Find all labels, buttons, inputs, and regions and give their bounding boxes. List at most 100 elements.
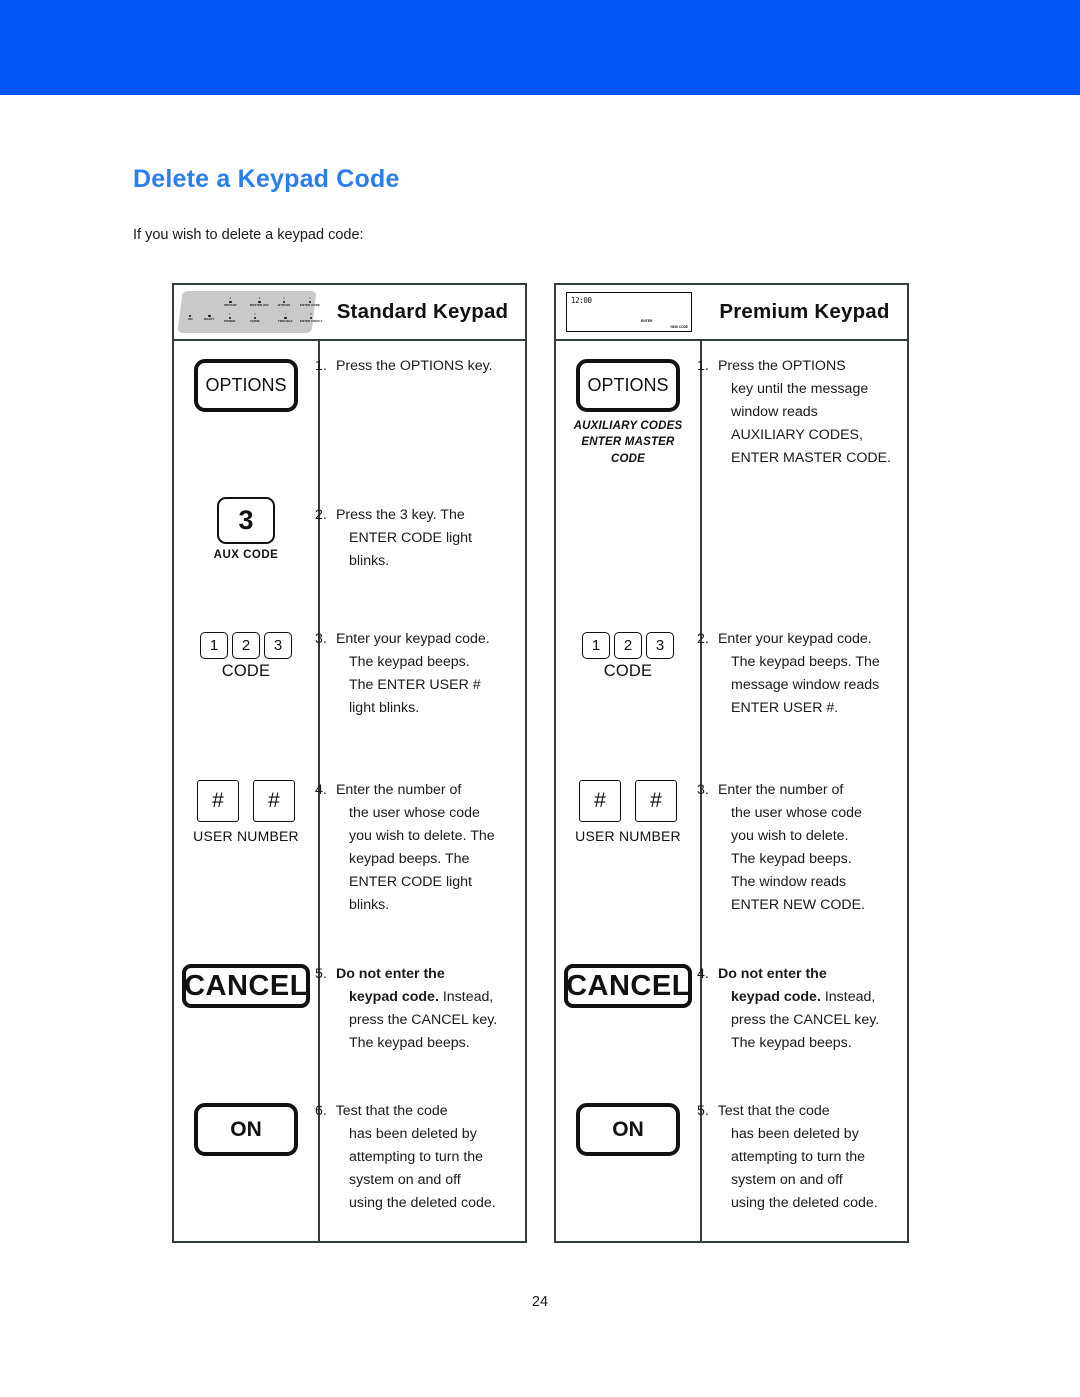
led-motion-off: 4 MOTION OFF: [250, 297, 270, 307]
options-key-icon[interactable]: OPTIONS: [194, 359, 298, 412]
standard-step-4-line-3: you wish to delete. The: [349, 828, 495, 844]
standard-step-row-5: CANCEL 5. Do not enter the keypad code. …: [174, 945, 525, 1083]
premium-step-row-1: OPTIONS AUXILIARY CODES ENTER MASTER COD…: [556, 341, 907, 611]
premium-keypad-header: 12:00 ENTER NEW CODE Premium Keypad: [556, 285, 907, 341]
standard-keypad-title: Standard Keypad: [336, 300, 509, 323]
led-enter-user-num: 8 ENTER USER #: [300, 313, 323, 323]
premium-step-2-line-3: message window reads: [731, 677, 880, 693]
led-trouble: 7 TROUBLE: [278, 313, 293, 323]
on-key-icon[interactable]: ON: [576, 1103, 680, 1156]
premium-step-3-line-2: the user whose code: [731, 805, 862, 821]
premium-step-4-line-3: press the CANCEL key.: [731, 1012, 880, 1028]
premium-keypad-table: 12:00 ENTER NEW CODE Premium Keypad OPTI…: [554, 283, 909, 1243]
standard-step-6-line-5: using the deleted code.: [349, 1195, 496, 1211]
options-key-icon[interactable]: OPTIONS: [576, 359, 680, 412]
user-number-key-1[interactable]: #: [197, 780, 239, 822]
standard-step-1-key-cell: OPTIONS: [174, 341, 320, 479]
premium-step-1-text: 1. Press the OPTIONS key until the messa…: [697, 358, 892, 466]
standard-step-4-key-cell: # # USER NUMBER: [174, 765, 320, 945]
standard-step-2-line-1: Press the 3 key. The: [335, 507, 465, 523]
user-number-caption: USER NUMBER: [193, 828, 299, 844]
premium-step-3-line-6: ENTER NEW CODE.: [731, 897, 865, 913]
standard-step-4-line-2: the user whose code: [349, 805, 480, 821]
standard-keypad-led-strip-icon: ON READY 3 INSTANT 4 MOTION OFF 5 BYPASS…: [177, 291, 322, 333]
premium-step-3-key-cell: # # USER NUMBER: [556, 765, 702, 945]
standard-step-1-text: 1. Press the OPTIONS key.: [315, 358, 493, 374]
standard-step-5-line-1: Do not enter the: [335, 966, 445, 982]
led-power: 1 POWER: [224, 313, 236, 323]
code-key-1[interactable]: 1: [200, 632, 228, 659]
standard-step-3-line-1: Enter your keypad code.: [335, 631, 490, 647]
standard-step-4-text: 4. Enter the number of the user whose co…: [315, 782, 495, 913]
premium-step-3-line-4: The keypad beeps.: [731, 851, 852, 867]
auxiliary-codes-caption-line-3: CODE: [610, 452, 646, 465]
premium-step-3-line-5: The window reads: [731, 874, 847, 890]
premium-keypad-art-cell: 12:00 ENTER NEW CODE: [556, 285, 702, 339]
standard-step-5-key-cell: CANCEL: [174, 945, 320, 1083]
aux-code-3-key-icon[interactable]: 3: [217, 497, 275, 544]
code-key-3[interactable]: 3: [264, 632, 292, 659]
led-chime: 2 CHIME: [250, 313, 260, 323]
premium-step-2-key-cell: 1 2 3 CODE: [556, 611, 702, 765]
user-number-key-1[interactable]: #: [579, 780, 621, 822]
premium-step-4-line-1: Do not enter the: [717, 966, 827, 982]
standard-step-3-line-4: light blinks.: [349, 700, 420, 716]
premium-step-5-line-1: Test that the code: [717, 1103, 830, 1119]
led-enter-code: 6 ENTER CODE: [300, 297, 320, 307]
premium-step-1-line-3: window reads: [731, 404, 818, 420]
premium-step-5-line-4: system on and off: [731, 1172, 843, 1188]
top-blue-band: [0, 0, 1080, 95]
premium-step-5-key-cell: ON: [556, 1083, 702, 1241]
premium-step-4-line-2-trail: Instead,: [820, 989, 876, 1005]
standard-step-row-1: OPTIONS 1. Press the OPTIONS key.: [174, 341, 525, 479]
cancel-key-icon[interactable]: CANCEL: [182, 964, 310, 1008]
premium-newcode-text: NEW CODE: [670, 325, 688, 329]
user-number-key-2[interactable]: #: [253, 780, 295, 822]
premium-step-2-line-2: The keypad beeps. The: [731, 654, 880, 670]
standard-step-row-6: ON 6. Test that the code has been delete…: [174, 1083, 525, 1241]
standard-step-5-line-2-trail: Instead,: [438, 989, 494, 1005]
standard-step-3-line-2: The keypad beeps.: [349, 654, 470, 670]
code-key-2[interactable]: 2: [232, 632, 260, 659]
premium-clock-text: 12:00: [571, 296, 592, 305]
code-keys-group: 1 2 3: [200, 632, 292, 659]
auxiliary-codes-caption-line-1: AUXILIARY CODES: [573, 420, 683, 432]
standard-step-3-key-cell: 1 2 3 CODE: [174, 611, 320, 765]
premium-step-1-line-5: ENTER MASTER CODE.: [731, 450, 892, 466]
standard-step-4-line-5: ENTER CODE light: [349, 874, 472, 890]
document-page: Delete a Keypad Code If you wish to dele…: [0, 95, 1080, 1397]
premium-keypad-title: Premium Keypad: [719, 300, 890, 323]
page-title: Delete a Keypad Code: [133, 165, 400, 193]
code-key-3[interactable]: 3: [646, 632, 674, 659]
premium-step-2-text: 2. Enter your keypad code. The keypad be…: [697, 631, 880, 716]
intro-paragraph: If you wish to delete a keypad code:: [133, 227, 364, 243]
standard-step-6-line-4: system on and off: [349, 1172, 461, 1188]
user-number-key-2[interactable]: #: [635, 780, 677, 822]
on-key-icon[interactable]: ON: [194, 1103, 298, 1156]
code-key-2[interactable]: 2: [614, 632, 642, 659]
standard-step-5-line-3: press the CANCEL key.: [349, 1012, 498, 1028]
cancel-key-icon[interactable]: CANCEL: [564, 964, 692, 1008]
premium-step-1-line-4: AUXILIARY CODES,: [731, 427, 863, 443]
standard-step-6-text: 6. Test that the code has been deleted b…: [315, 1103, 496, 1211]
user-number-keys-group: # #: [579, 780, 677, 822]
premium-step-3-line-1: Enter the number of: [717, 782, 844, 798]
premium-step-2-line-4: ENTER USER #.: [731, 700, 839, 716]
premium-step-1-line-2: key until the message: [731, 381, 869, 397]
standard-step-6-line-3: attempting to turn the: [349, 1149, 484, 1165]
user-number-keys-group: # #: [197, 780, 295, 822]
standard-step-5-line-2: keypad code.: [349, 989, 439, 1005]
premium-step-4-key-cell: CANCEL: [556, 945, 702, 1083]
aux-code-caption: AUX CODE: [213, 549, 279, 561]
code-key-1[interactable]: 1: [582, 632, 610, 659]
standard-step-2-text: 2. Press the 3 key. The ENTER CODE light…: [315, 507, 472, 569]
standard-step-6-key-cell: ON: [174, 1083, 320, 1241]
premium-step-5-line-2: has been deleted by: [731, 1126, 859, 1142]
code-caption: CODE: [603, 662, 653, 680]
premium-step-row-2: 1 2 3 CODE 2. Enter your keypad code. Th…: [556, 611, 907, 765]
premium-step-row-5: ON 5. Test that the code has been delete…: [556, 1083, 907, 1241]
premium-step-5-line-5: using the deleted code.: [731, 1195, 878, 1211]
led-on: ON: [188, 315, 193, 321]
standard-step-6-line-1: Test that the code: [335, 1103, 448, 1119]
led-ready: READY: [204, 315, 215, 321]
